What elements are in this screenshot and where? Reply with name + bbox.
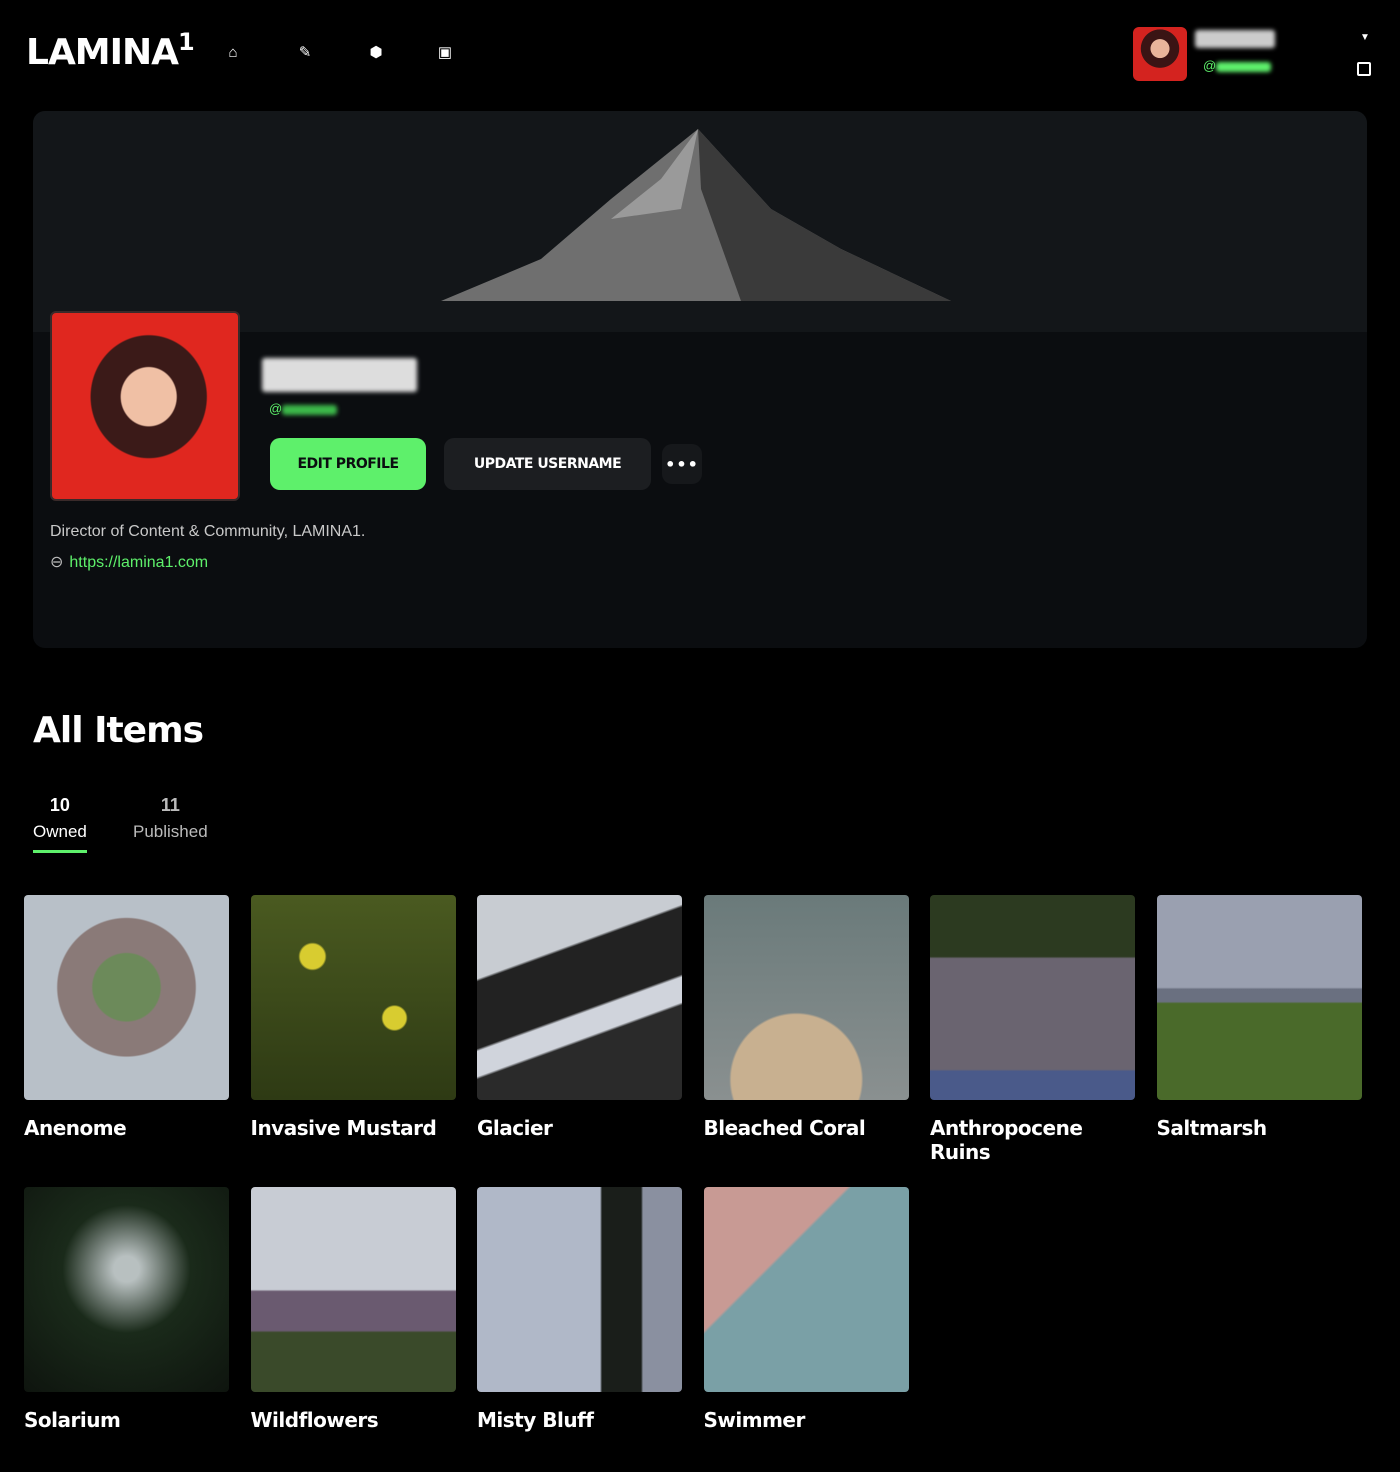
item-title: Saltmarsh [1156, 1116, 1268, 1140]
item-card[interactable]: Bleached Coral [703, 895, 909, 1140]
item-thumbnail[interactable] [930, 895, 1135, 1100]
top-bar: LAMINA1 ⌂ ✎ ⬢ ▣ @ ▼ [0, 0, 1400, 100]
item-card[interactable]: Anthropocene Ruins [930, 895, 1135, 1164]
item-card[interactable]: Solarium [24, 1187, 229, 1432]
home-icon[interactable]: ⌂ [224, 44, 242, 62]
item-title: Invasive Mustard [250, 1116, 437, 1140]
brush-icon[interactable]: ✎ [296, 44, 314, 62]
chevron-down-icon[interactable]: ▼ [1360, 32, 1370, 43]
item-thumbnail[interactable] [1156, 895, 1362, 1100]
item-title: Anthropocene Ruins [930, 1116, 1083, 1164]
profile-card: @ EDIT PROFILE UPDATE USERNAME ••• Direc… [33, 111, 1367, 648]
item-thumbnail[interactable] [24, 1187, 229, 1392]
item-title: Wildflowers [250, 1408, 379, 1432]
item-title: Glacier [477, 1116, 553, 1140]
update-username-button[interactable]: UPDATE USERNAME [444, 438, 651, 490]
item-card[interactable]: Misty Bluff [477, 1187, 682, 1432]
item-thumbnail[interactable] [477, 1187, 682, 1392]
user-name-redacted [1195, 30, 1275, 48]
item-card[interactable]: Invasive Mustard [250, 895, 456, 1140]
tab-published[interactable]: 11 Published [133, 795, 208, 842]
profile-banner [33, 111, 1367, 332]
edit-profile-button[interactable]: EDIT PROFILE [270, 438, 426, 490]
item-card[interactable]: Wildflowers [250, 1187, 456, 1432]
item-card[interactable]: Saltmarsh [1156, 895, 1362, 1140]
item-thumbnail[interactable] [250, 1187, 456, 1392]
profile-avatar [50, 311, 240, 501]
item-title: Anenome [24, 1116, 127, 1140]
item-title: Bleached Coral [703, 1116, 866, 1140]
section-title: All Items [33, 710, 204, 751]
wallet-icon[interactable]: ▣ [436, 44, 454, 62]
item-thumbnail[interactable] [24, 895, 229, 1100]
profile-handle: @ [269, 401, 338, 416]
item-card[interactable]: Glacier [477, 895, 682, 1140]
item-thumbnail[interactable] [250, 895, 456, 1100]
item-card[interactable]: Swimmer [703, 1187, 909, 1432]
tab-owned[interactable]: 10 Owned [33, 795, 87, 853]
item-title: Swimmer [703, 1408, 806, 1432]
profile-name-redacted [262, 358, 417, 392]
copy-icon[interactable] [1357, 62, 1371, 76]
item-thumbnail[interactable] [703, 895, 909, 1100]
item-card[interactable]: Anenome [24, 895, 229, 1140]
link-icon: ⊖ [50, 554, 64, 571]
item-title: Misty Bluff [477, 1408, 594, 1432]
user-avatar[interactable] [1133, 27, 1187, 81]
more-options-button[interactable]: ••• [662, 444, 702, 484]
cube-icon[interactable]: ⬢ [367, 44, 385, 62]
mountain-banner-image [441, 129, 951, 301]
item-thumbnail[interactable] [477, 895, 682, 1100]
profile-link[interactable]: ⊖ https://lamina1.com [50, 552, 208, 572]
profile-bio: Director of Content & Community, LAMINA1… [50, 523, 366, 540]
item-thumbnail[interactable] [703, 1187, 909, 1392]
item-title: Solarium [24, 1408, 121, 1432]
lamina1-logo[interactable]: LAMINA1 [26, 28, 195, 73]
user-handle: @ [1203, 58, 1272, 73]
